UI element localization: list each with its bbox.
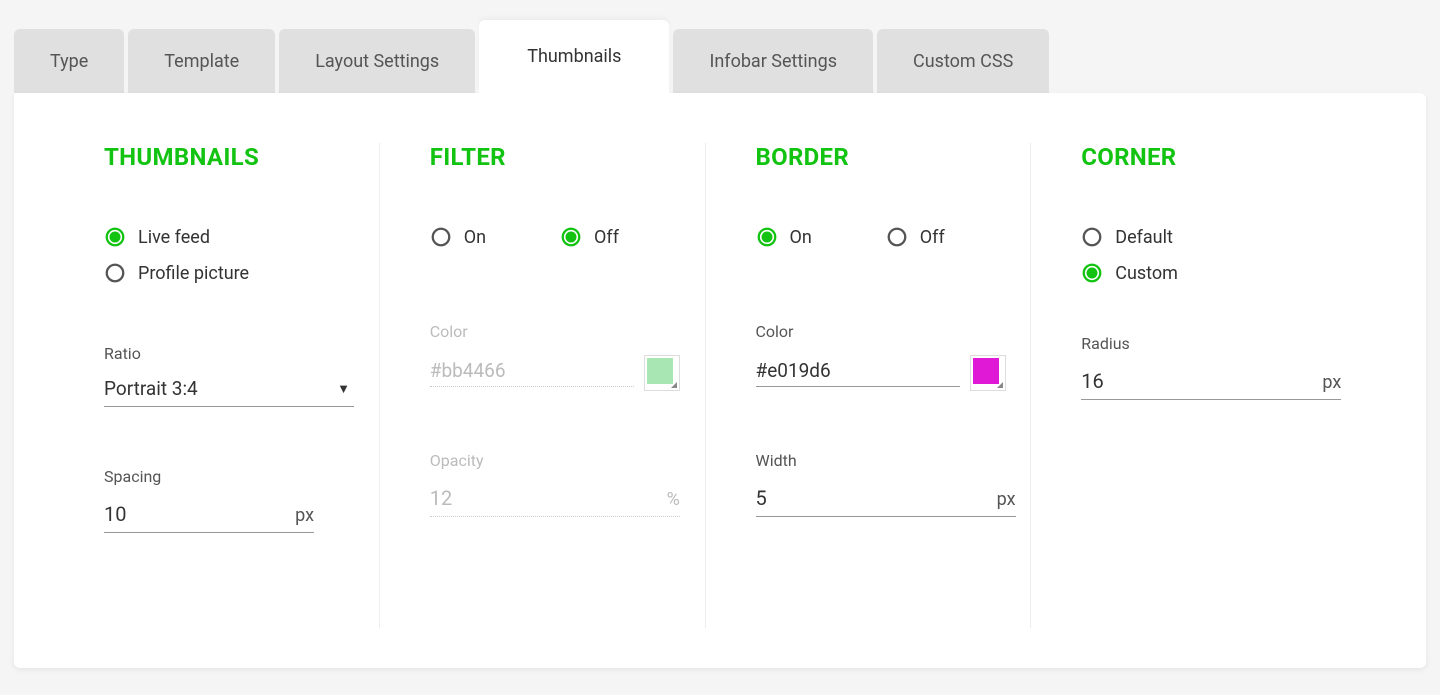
filter-color-input: #bb4466 bbox=[430, 359, 634, 387]
radio-unchecked-icon bbox=[430, 226, 452, 248]
radio-label: Default bbox=[1115, 227, 1173, 248]
color-swatch-fill bbox=[647, 358, 673, 384]
corner-column: CORNER Default Custom Radius 16 px bbox=[1030, 143, 1356, 628]
corner-radius-label: Radius bbox=[1081, 334, 1346, 353]
tab-custom-css[interactable]: Custom CSS bbox=[877, 29, 1049, 94]
ratio-value: Portrait 3:4 bbox=[104, 377, 337, 400]
corner-radius-field: Radius 16 px bbox=[1081, 334, 1346, 400]
spacing-field: Spacing 10 px bbox=[104, 467, 369, 533]
radio-filter-on[interactable]: On bbox=[430, 226, 486, 248]
swatch-corner-icon bbox=[671, 382, 677, 388]
radio-checked-icon bbox=[104, 226, 126, 248]
border-width-input[interactable]: 5 bbox=[756, 484, 987, 512]
border-column: BORDER On Off Color #e019d6 bbox=[705, 143, 1031, 628]
spacing-unit: px bbox=[295, 505, 314, 526]
border-color-swatch[interactable] bbox=[970, 355, 1006, 391]
filter-opacity-label: Opacity bbox=[430, 451, 695, 470]
radio-unchecked-icon bbox=[886, 226, 908, 248]
filter-color-label: Color bbox=[430, 322, 695, 341]
ratio-label: Ratio bbox=[104, 344, 369, 363]
radio-border-on[interactable]: On bbox=[756, 226, 812, 248]
filter-opacity-field: Opacity 12 % bbox=[430, 451, 695, 517]
border-color-label: Color bbox=[756, 322, 1021, 341]
color-swatch-fill bbox=[973, 358, 999, 384]
tabs-bar: TypeTemplateLayout SettingsThumbnailsInf… bbox=[14, 20, 1426, 93]
tab-layout-settings[interactable]: Layout Settings bbox=[279, 29, 475, 94]
border-width-field: Width 5 px bbox=[756, 451, 1021, 517]
border-width-unit: px bbox=[997, 489, 1016, 510]
spacing-input[interactable]: 10 bbox=[104, 500, 285, 528]
radio-unchecked-icon bbox=[104, 262, 126, 284]
tab-type[interactable]: Type bbox=[14, 29, 124, 94]
border-color-field: Color #e019d6 bbox=[756, 322, 1021, 391]
radio-checked-icon bbox=[1081, 262, 1103, 284]
radio-filter-off[interactable]: Off bbox=[560, 226, 619, 248]
radio-label: On bbox=[464, 227, 486, 248]
radio-live-feed[interactable]: Live feed bbox=[104, 226, 369, 248]
filter-opacity-unit: % bbox=[667, 489, 680, 510]
radio-checked-icon bbox=[560, 226, 582, 248]
filter-opacity-input: 12 bbox=[430, 484, 657, 512]
ratio-field: Ratio Portrait 3:4 ▼ bbox=[104, 344, 369, 407]
section-title-border: BORDER bbox=[756, 143, 1021, 171]
spacing-label: Spacing bbox=[104, 467, 369, 486]
border-color-input[interactable]: #e019d6 bbox=[756, 359, 960, 387]
tab-template[interactable]: Template bbox=[128, 29, 275, 94]
radio-label: Off bbox=[920, 227, 945, 248]
radio-label: Profile picture bbox=[138, 263, 249, 284]
chevron-down-icon: ▼ bbox=[337, 381, 354, 397]
swatch-corner-icon bbox=[997, 382, 1003, 388]
radio-unchecked-icon bbox=[1081, 226, 1103, 248]
tab-thumbnails[interactable]: Thumbnails bbox=[479, 20, 669, 93]
corner-radius-unit: px bbox=[1322, 372, 1341, 393]
section-title-thumbnails: THUMBNAILS bbox=[104, 143, 369, 171]
filter-column: FILTER On Off Color #bb4466 bbox=[379, 143, 705, 628]
radio-label: Custom bbox=[1115, 263, 1178, 284]
radio-label: On bbox=[790, 227, 812, 248]
section-title-corner: CORNER bbox=[1081, 143, 1346, 171]
border-width-label: Width bbox=[756, 451, 1021, 470]
radio-label: Live feed bbox=[138, 227, 210, 248]
radio-checked-icon bbox=[756, 226, 778, 248]
radio-border-off[interactable]: Off bbox=[886, 226, 945, 248]
filter-color-swatch bbox=[644, 355, 680, 391]
ratio-select[interactable]: Portrait 3:4 ▼ bbox=[104, 377, 354, 407]
corner-radius-input[interactable]: 16 bbox=[1081, 367, 1312, 395]
thumbnails-column: THUMBNAILS Live feed Profile picture Rat… bbox=[94, 143, 379, 628]
radio-label: Off bbox=[594, 227, 619, 248]
radio-corner-default[interactable]: Default bbox=[1081, 226, 1346, 248]
settings-panel: THUMBNAILS Live feed Profile picture Rat… bbox=[14, 93, 1426, 668]
filter-color-field: Color #bb4466 bbox=[430, 322, 695, 391]
section-title-filter: FILTER bbox=[430, 143, 695, 171]
radio-profile-picture[interactable]: Profile picture bbox=[104, 262, 369, 284]
radio-corner-custom[interactable]: Custom bbox=[1081, 262, 1346, 284]
tab-infobar-settings[interactable]: Infobar Settings bbox=[673, 29, 873, 94]
